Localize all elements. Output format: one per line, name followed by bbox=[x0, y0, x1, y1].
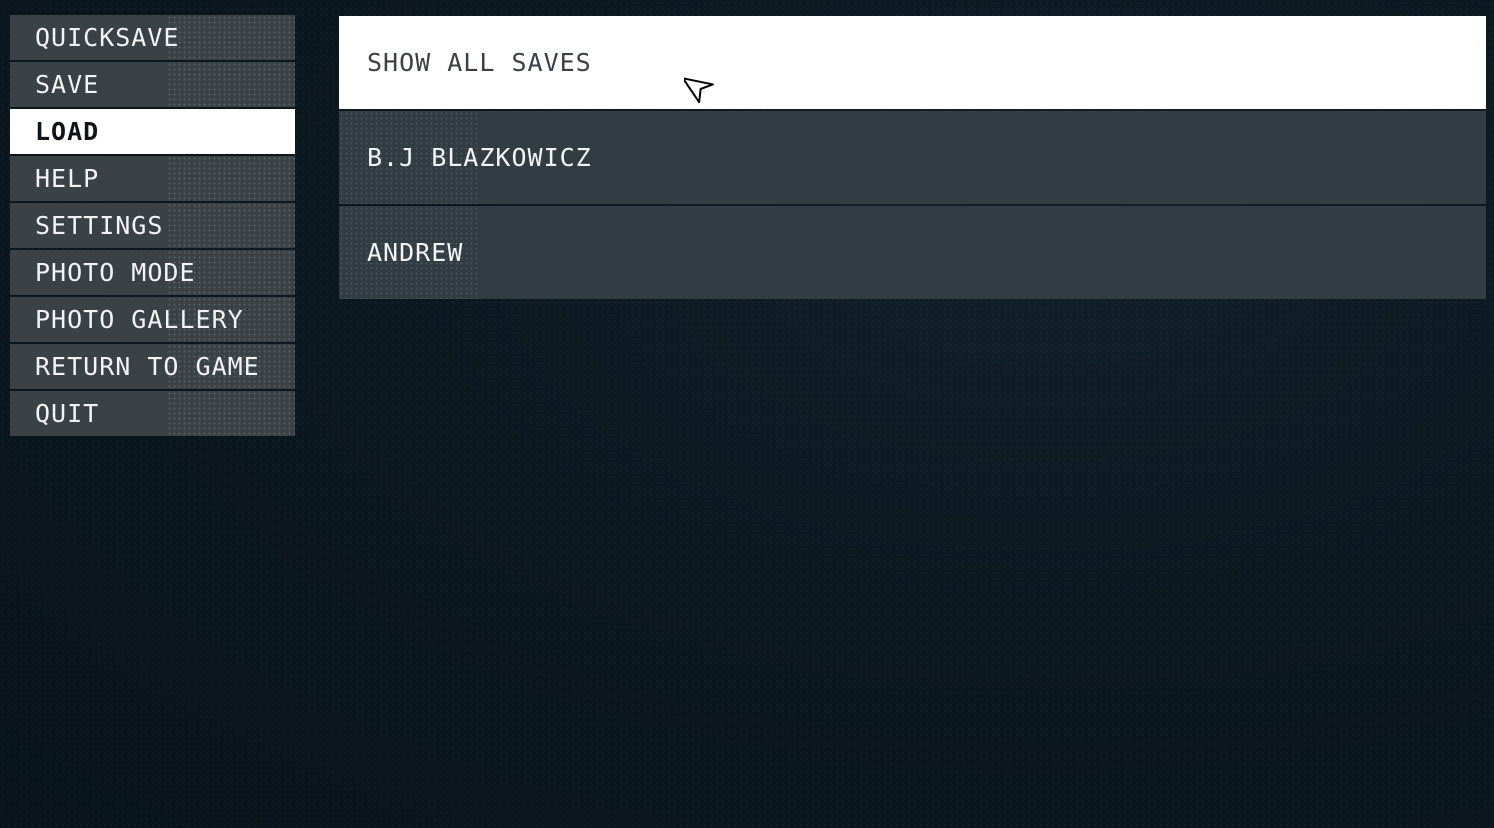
menu-item-label: SAVE bbox=[35, 70, 100, 99]
save-row-label: B.J BLAZKOWICZ bbox=[367, 143, 592, 172]
save-row-label: ANDREW bbox=[367, 238, 464, 267]
menu-item-help[interactable]: HELP bbox=[10, 156, 295, 201]
menu-item-label: HELP bbox=[35, 164, 100, 193]
menu-item-settings[interactable]: SETTINGS bbox=[10, 203, 295, 248]
save-profile-bj-blazkowicz[interactable]: B.J BLAZKOWICZ bbox=[339, 111, 1486, 204]
show-all-saves-button[interactable]: SHOW ALL SAVES bbox=[339, 16, 1486, 109]
menu-item-label: PHOTO MODE bbox=[35, 258, 196, 287]
menu-item-label: QUICKSAVE bbox=[35, 23, 180, 52]
menu-item-return-to-game[interactable]: RETURN TO GAME bbox=[10, 344, 295, 389]
menu-item-load[interactable]: LOAD bbox=[10, 109, 295, 154]
menu-item-label: SETTINGS bbox=[35, 211, 164, 240]
menu-item-quicksave[interactable]: QUICKSAVE bbox=[10, 15, 295, 60]
save-profile-andrew[interactable]: ANDREW bbox=[339, 206, 1486, 299]
pause-menu: QUICKSAVE SAVE LOAD HELP SETTINGS PHOTO … bbox=[10, 15, 295, 438]
menu-item-label: QUIT bbox=[35, 399, 100, 428]
menu-item-save[interactable]: SAVE bbox=[10, 62, 295, 107]
menu-item-quit[interactable]: QUIT bbox=[10, 391, 295, 436]
save-row-label: SHOW ALL SAVES bbox=[367, 48, 592, 77]
menu-item-photo-gallery[interactable]: PHOTO GALLERY bbox=[10, 297, 295, 342]
menu-item-label: RETURN TO GAME bbox=[35, 352, 260, 381]
menu-item-label: PHOTO GALLERY bbox=[35, 305, 244, 334]
menu-item-label: LOAD bbox=[35, 117, 100, 146]
load-save-list: SHOW ALL SAVES B.J BLAZKOWICZ ANDREW bbox=[339, 16, 1486, 301]
menu-item-photo-mode[interactable]: PHOTO MODE bbox=[10, 250, 295, 295]
